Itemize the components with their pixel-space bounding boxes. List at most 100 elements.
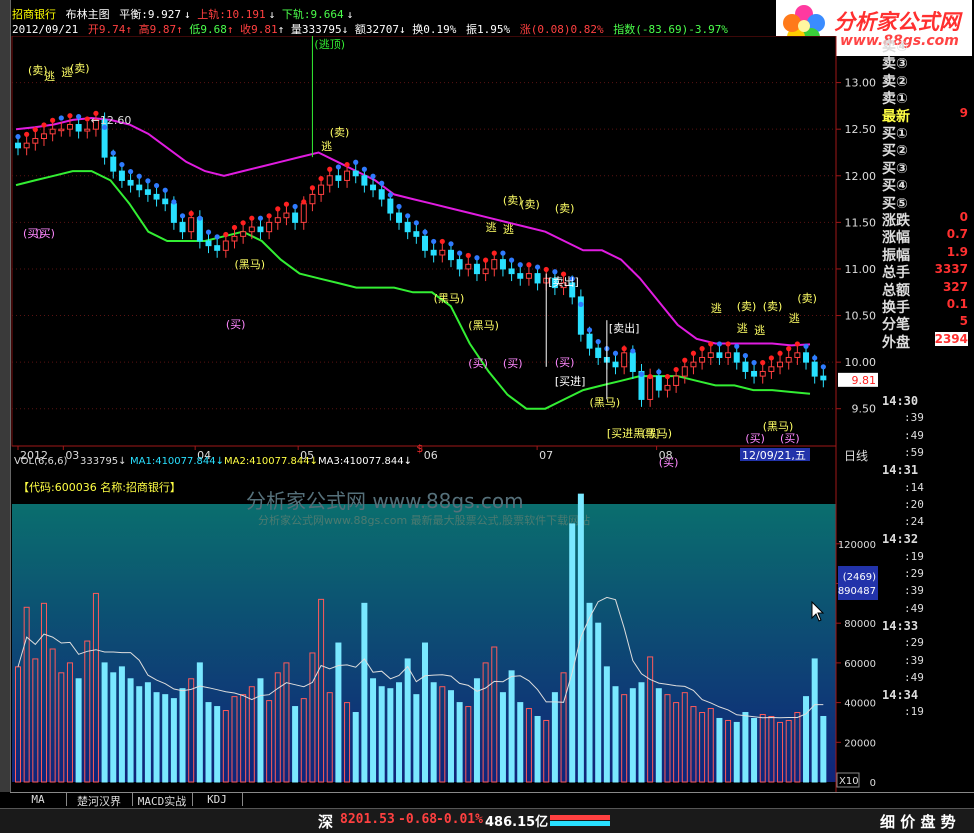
rise-bar <box>550 815 610 820</box>
right-tabs[interactable]: 细 价 盘 势 <box>880 811 956 832</box>
x-axis-label: 06 <box>424 449 438 462</box>
close-value: 收9.81 <box>240 23 278 36</box>
indicator-tab[interactable]: KDJ <box>192 793 243 806</box>
quote-info-line: 2012/09/21 开9.74↑ 高9.87↑ 低9.68↑ 收9.81↑ 量… <box>12 23 728 36</box>
candle-body <box>144 189 151 195</box>
volume-bar <box>118 666 125 783</box>
midline-dot <box>275 206 281 212</box>
indicator-name[interactable]: 布林主图 <box>66 8 110 21</box>
market-pct: -0.01% <box>436 812 483 827</box>
quote-row: 卖② <box>878 71 974 90</box>
candle-body <box>465 263 472 270</box>
signal-label: (卖) <box>797 292 817 305</box>
candle-body <box>482 268 489 275</box>
volume-bar <box>499 692 506 783</box>
tick-time: :39 <box>904 411 924 425</box>
midline-dot <box>344 161 350 168</box>
candle-body <box>309 193 316 205</box>
volume-bar <box>551 692 558 783</box>
quote-value: 0.7 <box>946 227 968 242</box>
indicator-tab[interactable]: MACD实战 <box>132 793 193 808</box>
midline-dot <box>690 350 697 356</box>
dark-horse-label: (黑马) <box>468 319 499 332</box>
candle-body <box>647 375 654 400</box>
midline-dot <box>240 220 246 226</box>
volume-bar <box>136 686 143 783</box>
candle-body <box>378 189 385 200</box>
candle-body <box>655 375 662 391</box>
candle-body <box>162 198 169 205</box>
midline-dot <box>110 150 116 156</box>
signal-label: (买) <box>503 357 523 370</box>
candle-body <box>439 249 446 256</box>
midline-dot <box>768 355 774 361</box>
volume-value: 量333795 <box>290 23 342 36</box>
signal-label: 逃 <box>503 223 514 236</box>
midline-dot <box>716 341 723 347</box>
volume-bar <box>162 694 169 783</box>
quote-value: 0.1 <box>946 297 968 311</box>
tick-time: :49 <box>904 428 924 442</box>
vol-scale: X10 <box>839 776 859 787</box>
volume-bar <box>534 715 541 783</box>
tick-time: :49 <box>904 670 924 684</box>
candle-body <box>751 370 758 377</box>
candle-body <box>387 198 394 214</box>
midline-dot <box>84 116 90 122</box>
midline-dot <box>526 262 532 268</box>
current-price-value: 9.81 <box>852 374 877 387</box>
quote-row: 买⑤ <box>878 193 974 212</box>
amplitude-value: 振1.95% <box>465 23 511 36</box>
quote-row: 涨幅 0.7 <box>878 227 974 246</box>
candle-body <box>664 384 671 391</box>
midline-dot <box>786 346 792 352</box>
volume-bar <box>430 682 437 783</box>
midline-dot <box>517 262 523 268</box>
tick-time: 14:31 <box>882 463 919 478</box>
signal-label: (买) <box>555 356 575 369</box>
indicator-tab[interactable]: MA <box>10 793 67 806</box>
signal-label: (卖) <box>555 202 575 215</box>
candle-body <box>136 184 143 191</box>
midline-dot <box>136 173 142 179</box>
midline-dot <box>387 192 393 198</box>
candle-body <box>803 352 810 363</box>
volume-bar <box>638 682 645 783</box>
chart-area[interactable]: 13.00 12.50 12.00 11.50 11.00 10.50 10.00 9.50 (… <box>10 36 878 792</box>
midline-dot <box>431 238 437 245</box>
tick-time: :29 <box>904 567 924 580</box>
volume-bar <box>569 523 576 783</box>
tick-time: 14:33 <box>882 618 919 633</box>
midline-dot <box>448 241 454 247</box>
midline-dot <box>188 210 194 217</box>
midline-dot <box>197 215 203 221</box>
candle-body <box>456 259 463 270</box>
candle-body <box>820 375 827 381</box>
midline-dot <box>361 166 367 172</box>
midline-dot <box>682 357 688 363</box>
candle-body <box>785 356 792 363</box>
tick-time: :39 <box>904 653 924 667</box>
candle-body <box>274 217 281 223</box>
volume-bar <box>292 706 299 783</box>
price-tick-label: 10.00 <box>845 356 877 369</box>
candle-body <box>361 175 368 186</box>
midline-dot <box>405 213 411 219</box>
midline-dot <box>153 182 160 189</box>
quote-row: 卖④ <box>878 36 974 55</box>
candle-body <box>447 249 454 261</box>
candle-body <box>629 352 636 372</box>
vol-tick-label: 40000 <box>844 699 876 710</box>
midline-dot <box>543 266 549 273</box>
indicator-tab[interactable]: 楚河汉界 <box>66 793 133 808</box>
signal-label: 逃 <box>321 140 332 153</box>
volume-bar <box>352 712 359 783</box>
quote-row: 买④ <box>878 175 974 194</box>
volume-bar <box>170 698 177 783</box>
candle-body <box>517 273 524 279</box>
tick-time: :39 <box>904 584 924 598</box>
midline-dot <box>257 215 264 221</box>
candle-body <box>499 259 506 270</box>
quote-row: 换手 0.1 <box>878 297 974 316</box>
sell-out-label: [卖出] <box>548 275 579 289</box>
